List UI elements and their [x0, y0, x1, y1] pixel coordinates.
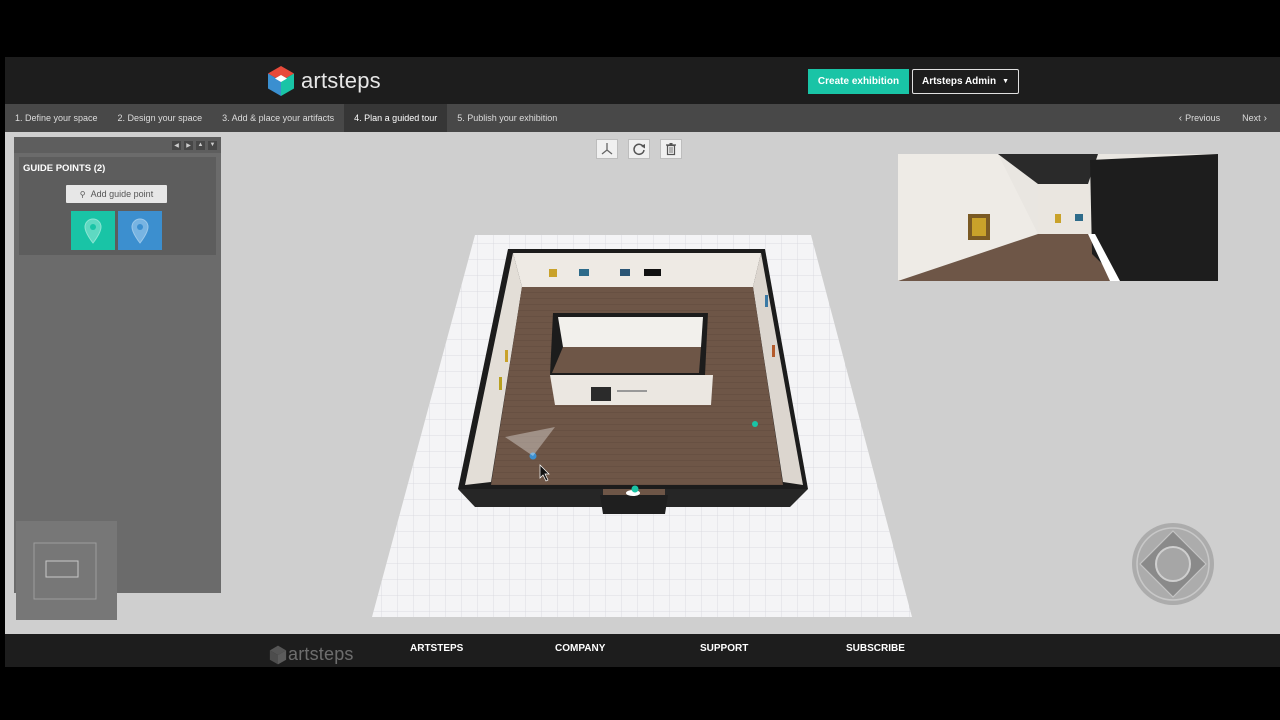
- panel-right-arrow-icon[interactable]: ▶: [184, 140, 193, 150]
- guide-points-title: GUIDE POINTS (2): [23, 163, 106, 174]
- footer-brand: artsteps: [288, 644, 354, 664]
- artwork-center: [591, 387, 611, 401]
- artwork-right-1: [765, 295, 768, 307]
- step-guided-tour[interactable]: 4. Plan a guided tour: [344, 104, 448, 132]
- footer-link-support[interactable]: SUPPORT: [700, 643, 748, 654]
- chevron-right-icon: ›: [1263, 112, 1267, 124]
- minimap-plan: [33, 542, 97, 600]
- brand-logo[interactable]: artsteps: [265, 65, 381, 97]
- artsteps-logo-icon: [269, 645, 287, 664]
- step-design-space[interactable]: 2. Design your space: [108, 104, 213, 132]
- account-name: Artsteps Admin: [921, 76, 997, 87]
- preview-render: [898, 154, 1218, 281]
- center-block-inner: [558, 317, 703, 347]
- brand-name: artsteps: [301, 68, 381, 93]
- footer-link-artsteps[interactable]: ARTSTEPS: [410, 643, 463, 654]
- exhibition-3d-scene[interactable]: [365, 227, 925, 622]
- account-menu-button[interactable]: Artsteps Admin ▼: [912, 69, 1019, 94]
- previous-button[interactable]: ‹ Previous: [1176, 113, 1220, 124]
- artwork-1: [549, 269, 557, 277]
- map-pin-icon: ⚲: [79, 189, 86, 199]
- front-wall: [458, 489, 603, 507]
- artwork-center-label: [617, 390, 647, 392]
- step-place-artifacts[interactable]: 3. Add & place your artifacts: [212, 104, 344, 132]
- panel-left-arrow-icon[interactable]: ◀: [172, 140, 181, 150]
- panel-down-arrow-icon[interactable]: ▼: [208, 140, 217, 150]
- guide-point-tile-2[interactable]: [118, 211, 162, 250]
- footer-link-subscribe[interactable]: SUBSCRIBE: [846, 643, 905, 654]
- previous-label: Previous: [1185, 112, 1221, 123]
- step-define-space[interactable]: 1. Define your space: [5, 104, 108, 132]
- step-navigation: ‹ Previous Next ›: [1176, 104, 1270, 132]
- artsteps-app: artsteps Create exhibition Artsteps Admi…: [5, 57, 1280, 667]
- artwork-left-2: [499, 377, 502, 390]
- artsteps-logo-icon: [268, 66, 294, 96]
- scene-toolbar: [596, 139, 682, 159]
- center-block-floor: [552, 347, 701, 373]
- axes-icon[interactable]: [596, 139, 618, 159]
- page-footer: artsteps ARTSTEPS COMPANY SUPPORT SUBSCR…: [5, 634, 1280, 667]
- step-publish[interactable]: 5. Publish your exhibition: [447, 104, 567, 132]
- guide-point-marker-3[interactable]: [752, 421, 758, 427]
- footer-logo[interactable]: artsteps: [268, 644, 354, 665]
- chevron-left-icon: ‹: [1178, 112, 1183, 124]
- guide-points-box: GUIDE POINTS (2) ⚲ Add guide point: [19, 157, 216, 255]
- navigation-joystick[interactable]: [1131, 522, 1215, 606]
- entrance-step: [600, 495, 668, 514]
- minimap[interactable]: [16, 521, 117, 620]
- artwork-2: [579, 269, 589, 276]
- guide-point-marker-1[interactable]: [631, 485, 639, 493]
- panel-up-arrow-icon[interactable]: ▲: [196, 140, 205, 150]
- artwork-4: [644, 269, 661, 276]
- caret-down-icon: ▼: [1002, 78, 1010, 85]
- create-exhibition-button[interactable]: Create exhibition: [808, 69, 909, 94]
- add-guide-point-label: Add guide point: [90, 189, 154, 199]
- next-label: Next: [1242, 112, 1261, 123]
- guide-point-tile-1[interactable]: [71, 211, 115, 250]
- guide-point-preview: [898, 154, 1218, 281]
- add-guide-point-button[interactable]: ⚲ Add guide point: [66, 185, 167, 203]
- wizard-steps: 1. Define your space 2. Design your spac…: [5, 104, 1280, 132]
- artwork-right-2: [772, 345, 775, 357]
- rotate-icon[interactable]: [628, 139, 650, 159]
- panel-controls: ◀ ▶ ▲ ▼: [14, 137, 221, 153]
- artwork-left-1: [505, 350, 508, 362]
- top-header: artsteps Create exhibition Artsteps Admi…: [5, 57, 1280, 104]
- front-wall-right: [665, 489, 808, 507]
- footer-link-company[interactable]: COMPANY: [555, 643, 605, 654]
- next-button[interactable]: Next ›: [1242, 113, 1270, 124]
- trash-icon[interactable]: [660, 139, 682, 159]
- map-marker-icon: [131, 217, 149, 244]
- map-marker-icon: [84, 217, 102, 244]
- artwork-3: [620, 269, 630, 276]
